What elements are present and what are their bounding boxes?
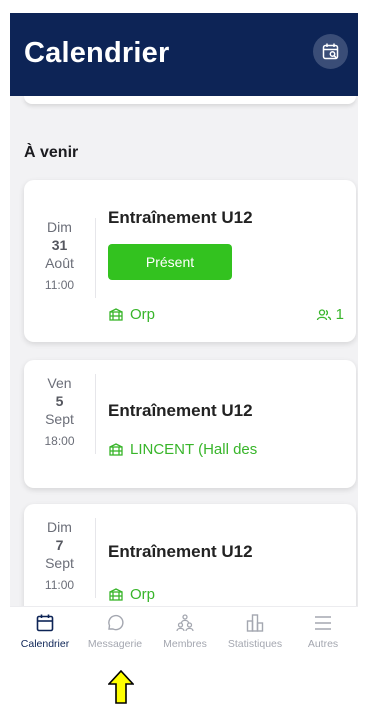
event-time: 11:00	[44, 578, 75, 592]
tab-label: Statistiques	[227, 638, 283, 650]
event-month: Sept	[45, 411, 74, 427]
stadium-icon	[109, 587, 123, 601]
event-weekday: Ven	[47, 375, 72, 391]
tab-label: Membres	[163, 638, 207, 650]
previous-event-card[interactable]	[24, 96, 356, 104]
event-location-text: LINCENT (Hall des	[130, 441, 258, 458]
calendar-search-icon	[322, 43, 338, 59]
present-button[interactable]: Présent	[108, 244, 232, 280]
event-location: LINCENT (Hall des	[108, 441, 257, 458]
event-time: 18:00	[44, 434, 75, 448]
stadium-icon	[109, 442, 123, 456]
chat-icon	[108, 614, 124, 631]
event-location: Orp	[108, 306, 155, 323]
event-location: Orp	[108, 586, 155, 603]
event-weekday: Dim	[47, 519, 72, 535]
page-title: Calendrier	[24, 37, 170, 69]
event-date: Ven 5 Sept 18:00	[24, 374, 96, 454]
stadium-icon	[109, 307, 123, 321]
event-day: 31	[51, 237, 68, 253]
tab-statistiques[interactable]: Statistiques	[220, 613, 290, 650]
event-day: 5	[55, 393, 64, 409]
event-date: Dim 31 Août 11:00	[24, 218, 96, 298]
tab-label: Calendrier	[20, 638, 70, 650]
people-icon	[316, 308, 331, 320]
app-header: Calendrier	[10, 13, 358, 96]
tab-calendrier[interactable]: Calendrier	[10, 613, 80, 650]
tab-membres[interactable]: Membres	[150, 613, 220, 650]
members-icon	[176, 614, 194, 632]
event-title: Entraînement U12	[108, 208, 253, 227]
arrow-up-icon	[108, 670, 134, 704]
calendar-search-button[interactable]	[313, 34, 348, 69]
event-card[interactable]: Dim 7 Sept 11:00 Entraînement U12 Orp	[24, 504, 356, 606]
stats-icon	[246, 614, 264, 632]
tab-label: Autres	[307, 638, 339, 650]
event-title: Entraînement U12	[108, 542, 253, 561]
event-attendees: 1	[316, 306, 344, 323]
event-location-text: Orp	[130, 306, 156, 323]
section-title-upcoming: À venir	[24, 144, 79, 161]
event-location-text: Orp	[130, 586, 156, 603]
event-weekday: Dim	[47, 219, 72, 235]
tab-label: Messagerie	[87, 638, 143, 650]
event-time: 11:00	[44, 278, 75, 292]
tab-autres[interactable]: Autres	[288, 613, 358, 650]
event-card[interactable]: Dim 31 Août 11:00 Entraînement U12 Prése…	[24, 180, 356, 342]
calendar-content[interactable]: À venir Dim 31 Août 11:00 Entraînement U…	[10, 96, 358, 606]
event-attendees-count: 1	[335, 306, 344, 323]
bottom-tab-bar: Calendrier Messagerie Membres Statistiqu…	[10, 606, 358, 660]
event-card[interactable]: Ven 5 Sept 18:00 Entraînement U12 LINCEN…	[24, 360, 356, 488]
event-date: Dim 7 Sept 11:00	[24, 518, 96, 598]
menu-icon	[315, 616, 331, 630]
calendar-icon	[36, 614, 54, 632]
event-month: Août	[45, 255, 74, 271]
tab-messagerie[interactable]: Messagerie	[80, 613, 150, 650]
event-month: Sept	[45, 555, 74, 571]
event-day: 7	[55, 537, 64, 553]
event-title: Entraînement U12	[108, 401, 253, 420]
